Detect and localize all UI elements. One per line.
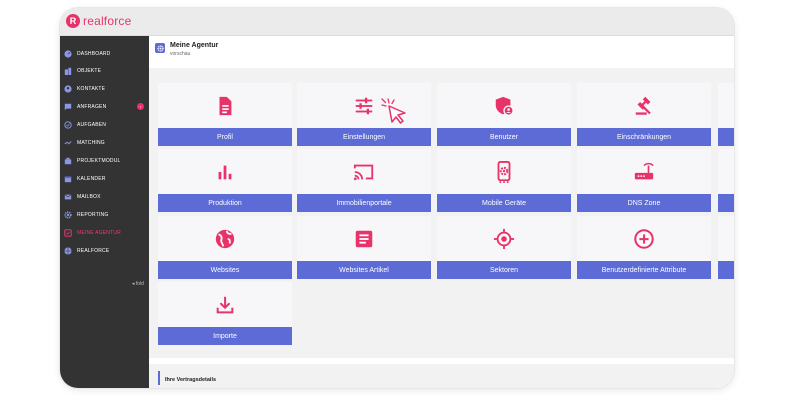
sidebar-item-label: KALENDER xyxy=(77,175,106,182)
logo-mark: R xyxy=(66,14,80,28)
tile-label: DNS Zone xyxy=(577,194,711,212)
tile-label: Mobile Geräte xyxy=(437,194,571,212)
download-icon xyxy=(158,282,292,327)
page-header: Meine Agentur vorschau xyxy=(155,42,218,57)
user-shield-icon xyxy=(437,83,571,128)
sidebar-item-label: DASHBOARD xyxy=(77,50,111,57)
page-subtitle: vorschau xyxy=(170,51,191,57)
sidebar-item-dashboard[interactable]: DASHBOARD xyxy=(60,45,149,62)
contract-details-section: Ihre Vertragsdetails xyxy=(149,364,734,388)
gavel-icon xyxy=(577,83,711,128)
sidebar-item-label: AUFGABEN xyxy=(77,121,107,128)
tile-label: Importe xyxy=(158,327,292,345)
pointer-cursor-icon xyxy=(381,98,406,124)
tile-label: Sektoren xyxy=(437,261,571,279)
sidebar-item-kontakte[interactable]: KONTAKTE xyxy=(60,80,149,97)
tile-label: Websites Artikel xyxy=(297,261,431,279)
globe-icon xyxy=(64,246,72,255)
plus-circle-icon xyxy=(577,216,711,261)
sidebar-item-meine-agentur[interactable]: MEINE AGENTUR xyxy=(60,224,149,241)
collapse-sidebar-button[interactable]: ◂ fold xyxy=(132,281,144,287)
sidebar-item-label: MAILBOX xyxy=(77,193,101,200)
app-window: R realforce DASHBOARD OBJEKTE KONTAKTE A… xyxy=(60,8,734,388)
sidebar: DASHBOARD OBJEKTE KONTAKTE ANFRAGEN • AU… xyxy=(60,36,149,388)
project-icon xyxy=(64,157,72,165)
tile-label: Websites xyxy=(158,261,292,279)
cast-icon xyxy=(297,149,431,194)
chat-icon xyxy=(64,103,72,111)
page-title: Meine Agentur xyxy=(170,42,219,49)
matching-icon xyxy=(64,139,72,147)
gauge-icon xyxy=(64,49,72,58)
contract-details-title: Ihre Vertragsdetails xyxy=(165,377,217,383)
top-bar: R realforce xyxy=(60,8,734,36)
settings-icon xyxy=(155,43,165,53)
tile-produktion[interactable]: Produktion xyxy=(158,149,292,212)
tile-label: Benutzerdefinierte Attribute xyxy=(577,261,711,279)
tile-benutzer[interactable]: Benutzer xyxy=(437,83,571,146)
tile-label: Einstellungen xyxy=(297,128,431,146)
tile-partial[interactable] xyxy=(718,83,734,146)
sidebar-item-label: REPORTING xyxy=(77,211,109,218)
calendar-icon xyxy=(64,175,72,183)
main-content: Meine Agentur vorschau Profil Einstellun… xyxy=(149,36,734,388)
tile-einschraenkungen[interactable]: Einschränkungen xyxy=(577,83,711,146)
section-accent xyxy=(158,371,160,385)
tile-immobilienportale[interactable]: Immobilienportale xyxy=(297,149,431,212)
person-icon xyxy=(64,84,72,93)
article-icon xyxy=(297,216,431,261)
sidebar-item-projektmodul[interactable]: PROJEKTMODUL xyxy=(60,152,149,169)
sidebar-item-label: REALFORCE xyxy=(77,247,110,254)
sidebar-item-label: KONTAKTE xyxy=(77,85,106,92)
tile-label: Benutzer xyxy=(437,128,571,146)
notification-badge: • xyxy=(137,103,144,110)
tile-dns-zone[interactable]: DNS Zone xyxy=(577,149,711,212)
target-icon xyxy=(437,216,571,261)
check-circle-icon xyxy=(64,120,72,129)
sidebar-item-anfragen[interactable]: ANFRAGEN • xyxy=(60,98,149,115)
mail-icon xyxy=(64,193,72,201)
sidebar-item-label: MATCHING xyxy=(77,139,105,146)
tile-importe[interactable]: Importe xyxy=(158,282,292,345)
tile-sektoren[interactable]: Sektoren xyxy=(437,216,571,279)
tile-einstellungen[interactable]: Einstellungen xyxy=(297,83,431,146)
tile-label: Profil xyxy=(158,128,292,146)
tile-partial[interactable] xyxy=(718,216,734,279)
buildings-icon xyxy=(64,67,72,75)
document-icon xyxy=(158,83,292,128)
sidebar-item-reporting[interactable]: REPORTING xyxy=(60,206,149,223)
tile-label: Immobilienportale xyxy=(297,194,431,212)
logo-text: realforce xyxy=(83,14,132,28)
sliders-icon xyxy=(297,83,431,128)
logo[interactable]: R realforce xyxy=(66,14,132,28)
sidebar-item-matching[interactable]: MATCHING xyxy=(60,134,149,151)
sidebar-item-label: PROJEKTMODUL xyxy=(77,157,121,164)
tile-profil[interactable]: Profil xyxy=(158,83,292,146)
sidebar-item-aufgaben[interactable]: AUFGABEN xyxy=(60,116,149,133)
sidebar-item-mailbox[interactable]: MAILBOX xyxy=(60,188,149,205)
sidebar-item-label: OBJEKTE xyxy=(77,67,102,74)
agency-icon xyxy=(64,228,72,237)
gear-icon xyxy=(64,210,72,219)
mobile-settings-icon xyxy=(437,149,571,194)
tile-label: Produktion xyxy=(158,194,292,212)
tile-label: Einschränkungen xyxy=(577,128,711,146)
tile-benutzerdefinierte-attribute[interactable]: Benutzerdefinierte Attribute xyxy=(577,216,711,279)
tile-partial[interactable] xyxy=(718,149,734,212)
sidebar-item-realforce[interactable]: REALFORCE xyxy=(60,242,149,259)
tile-websites-artikel[interactable]: Websites Artikel xyxy=(297,216,431,279)
tile-mobile-geraete[interactable]: Mobile Geräte xyxy=(437,149,571,212)
sidebar-item-kalender[interactable]: KALENDER xyxy=(60,170,149,187)
sidebar-item-objekte[interactable]: OBJEKTE xyxy=(60,62,149,79)
bar-chart-icon xyxy=(158,149,292,194)
globe-icon xyxy=(158,216,292,261)
tile-grid: Profil Einstellungen Benutzer Einschränk… xyxy=(149,68,734,358)
sidebar-item-label: ANFRAGEN xyxy=(77,103,107,110)
router-icon xyxy=(577,149,711,194)
sidebar-item-label: MEINE AGENTUR xyxy=(77,229,121,236)
tile-websites[interactable]: Websites xyxy=(158,216,292,279)
